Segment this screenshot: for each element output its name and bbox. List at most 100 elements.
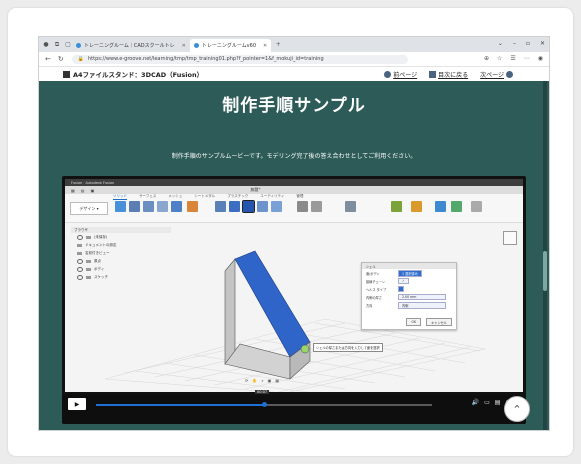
- lock-icon: 🔒: [77, 56, 84, 62]
- model-front-face: [224, 343, 291, 380]
- ribbon-tabs: ソリッド サーフェス メッシュ シートメタル プラスチック ユーティリティ 管理: [113, 194, 303, 200]
- book-icon: [429, 71, 437, 78]
- favorites-icon[interactable]: ☰: [510, 55, 515, 62]
- url-field[interactable]: 🔒 https://www.e-groove.net/learning/tmp/…: [71, 54, 408, 64]
- scrollbar-thumb[interactable]: [543, 251, 547, 291]
- browser-item: (未保存): [71, 233, 171, 241]
- video-frame-fusion: Fusion · Autodesk Fusion ▦ ▤ ▣ 無題* デザイン …: [65, 179, 523, 392]
- browser-item-label: ボディ: [94, 266, 105, 271]
- browser-item: ドキュメントの設定: [71, 241, 171, 249]
- dialog-row: 接線チェーン ✓: [362, 277, 456, 285]
- ribbon-tab: メッシュ: [168, 194, 183, 198]
- section-description: 制作手順のサンプルムービーです。モデリング完了後の答え合わせとしてご利用ください…: [171, 153, 417, 160]
- settings-icon: [77, 243, 82, 247]
- joint-icon: [311, 201, 322, 212]
- captions-icon[interactable]: ▭: [484, 399, 490, 407]
- dialog-cancel-button: キャンセル: [426, 318, 452, 326]
- dialog-row: 面/ボディ 1 選択済み: [362, 269, 456, 277]
- dialog-label: 接線チェーン: [366, 279, 385, 284]
- app-titlebar: Fusion · Autodesk Fusion: [65, 179, 523, 186]
- tab-cad-school[interactable]: トレーニングルーム｜CADスクールトレ ✕: [72, 39, 190, 52]
- hd-icon[interactable]: ▤: [495, 399, 501, 407]
- scale-icon: [271, 201, 282, 212]
- measure-icon: [391, 201, 402, 212]
- folder-icon: [86, 259, 91, 263]
- refresh-icon[interactable]: ↻: [58, 55, 64, 63]
- ribbon-tab: ソリッド: [113, 194, 127, 200]
- view-cube-icon: [503, 231, 517, 245]
- select-icon: [471, 201, 482, 212]
- back-to-top-button[interactable]: ⌃: [504, 396, 530, 422]
- prev-label: 前ページ: [393, 72, 418, 79]
- copilot-icon[interactable]: ◉: [538, 55, 543, 62]
- folder-icon: [77, 251, 82, 255]
- favorite-star-icon[interactable]: ☆: [497, 55, 502, 62]
- ribbon: デザイン ▾ ソリッド サーフェス メッシュ シートメタル プラスチック ユーテ…: [65, 194, 523, 223]
- orbit-icon: ⟳: [245, 378, 249, 383]
- volume-icon[interactable]: 🔊: [472, 399, 479, 407]
- document-tab: 無題*: [250, 187, 261, 192]
- play-button[interactable]: ▶: [68, 398, 86, 410]
- main-content: 制作手順サンプル 制作手順のサンプルムービーです。モデリング完了後の答え合わせと…: [39, 81, 549, 430]
- dialog-row: ヘルス タイプ: [362, 285, 456, 293]
- next-page-link[interactable]: 次ページ: [480, 70, 513, 79]
- profile-icon[interactable]: ●: [42, 41, 50, 49]
- dialog-row: 方向 内側: [362, 301, 456, 309]
- extrude-icon: [129, 201, 140, 212]
- window-controls: ⌄ – ▫ ✕: [498, 40, 545, 47]
- browser-item: ボディ: [71, 265, 171, 273]
- browser-item-label: 原点: [94, 258, 101, 263]
- inspect-icon: [411, 201, 422, 212]
- zoom-icon[interactable]: ⊕: [484, 55, 489, 62]
- eye-icon: [77, 266, 83, 272]
- chevron-down-icon[interactable]: ⌄: [498, 40, 503, 47]
- browser-window: ● ⧉ ▢ トレーニングルーム｜CADスクールトレ ✕ トレーニングルームv60…: [38, 36, 550, 431]
- pan-icon: ✋: [252, 378, 258, 383]
- progress-bar[interactable]: [96, 402, 432, 407]
- page-scrollbar[interactable]: [543, 81, 547, 430]
- new-tab-button[interactable]: +: [274, 41, 282, 49]
- minimize-icon[interactable]: –: [513, 40, 516, 47]
- tab-bar: ● ⧉ ▢ トレーニングルーム｜CADスクールトレ ✕ トレーニングルームv60…: [39, 37, 549, 52]
- dialog-value: [398, 286, 404, 292]
- tab-label: トレーニングルーム｜CADスクールトレ: [84, 43, 175, 49]
- dialog-label: ヘルス タイプ: [366, 287, 387, 292]
- close-tab-icon[interactable]: ✕: [182, 43, 186, 49]
- browser-item: 名前付きビュー: [71, 249, 171, 257]
- site-favicon-icon: [76, 43, 81, 48]
- component-icon: [86, 235, 91, 239]
- navigation-bar: ⟳ ✋ ⌕ ▣ ▦: [245, 378, 279, 383]
- back-icon[interactable]: ←: [45, 55, 51, 63]
- dialog-row: 内側の厚さ 2.00 mm: [362, 293, 456, 301]
- dialog-value: 1 選択済み: [398, 269, 422, 277]
- model-selected-face: [234, 250, 311, 358]
- browser-item-label: 名前付きビュー: [85, 250, 110, 255]
- workspace-button: デザイン ▾: [70, 202, 108, 215]
- folder-icon: [86, 275, 91, 279]
- tab-training-room[interactable]: トレーニングルームv60 ✕: [189, 39, 272, 52]
- dialog-checkbox: ✓: [398, 278, 409, 284]
- dialog-label: 内側の厚さ: [366, 295, 382, 300]
- tab-actions-icon[interactable]: ▢: [64, 41, 72, 49]
- insert-image-icon: [451, 201, 462, 212]
- index-link[interactable]: 目次に戻る: [429, 70, 468, 79]
- site-favicon-icon: [193, 43, 199, 48]
- section-heading: 制作手順サンプル: [222, 96, 366, 116]
- fusion-browser-panel: ブラウザ (未保存) ドキュメントの設定 名前付きビュー 原点 ボディ スケッチ: [71, 227, 171, 287]
- revolve-icon: [143, 201, 154, 212]
- shell-dialog: シェル 面/ボディ 1 選択済み 接線チェーン ✓ ヘルス タイプ 内側の厚さ 2.0…: [361, 262, 457, 330]
- more-menu-icon[interactable]: ⋯: [524, 55, 530, 62]
- close-window-icon[interactable]: ✕: [540, 40, 545, 47]
- dialog-ok-button: OK: [406, 318, 422, 326]
- ribbon-tab: シートメタル: [194, 194, 216, 198]
- collections-icon[interactable]: ⧉: [53, 41, 61, 49]
- close-tab-icon[interactable]: ✕: [263, 43, 267, 49]
- progress-knob[interactable]: [262, 402, 267, 407]
- eye-icon: [77, 274, 83, 280]
- prev-page-link[interactable]: 前ページ: [384, 70, 417, 79]
- maximize-icon[interactable]: ▫: [526, 40, 530, 47]
- chevron-up-icon: ⌃: [512, 402, 522, 416]
- video-player[interactable]: Fusion · Autodesk Fusion ▦ ▤ ▣ 無題* デザイン …: [62, 176, 526, 424]
- eye-icon: [77, 258, 83, 264]
- automate-icon: [187, 201, 198, 212]
